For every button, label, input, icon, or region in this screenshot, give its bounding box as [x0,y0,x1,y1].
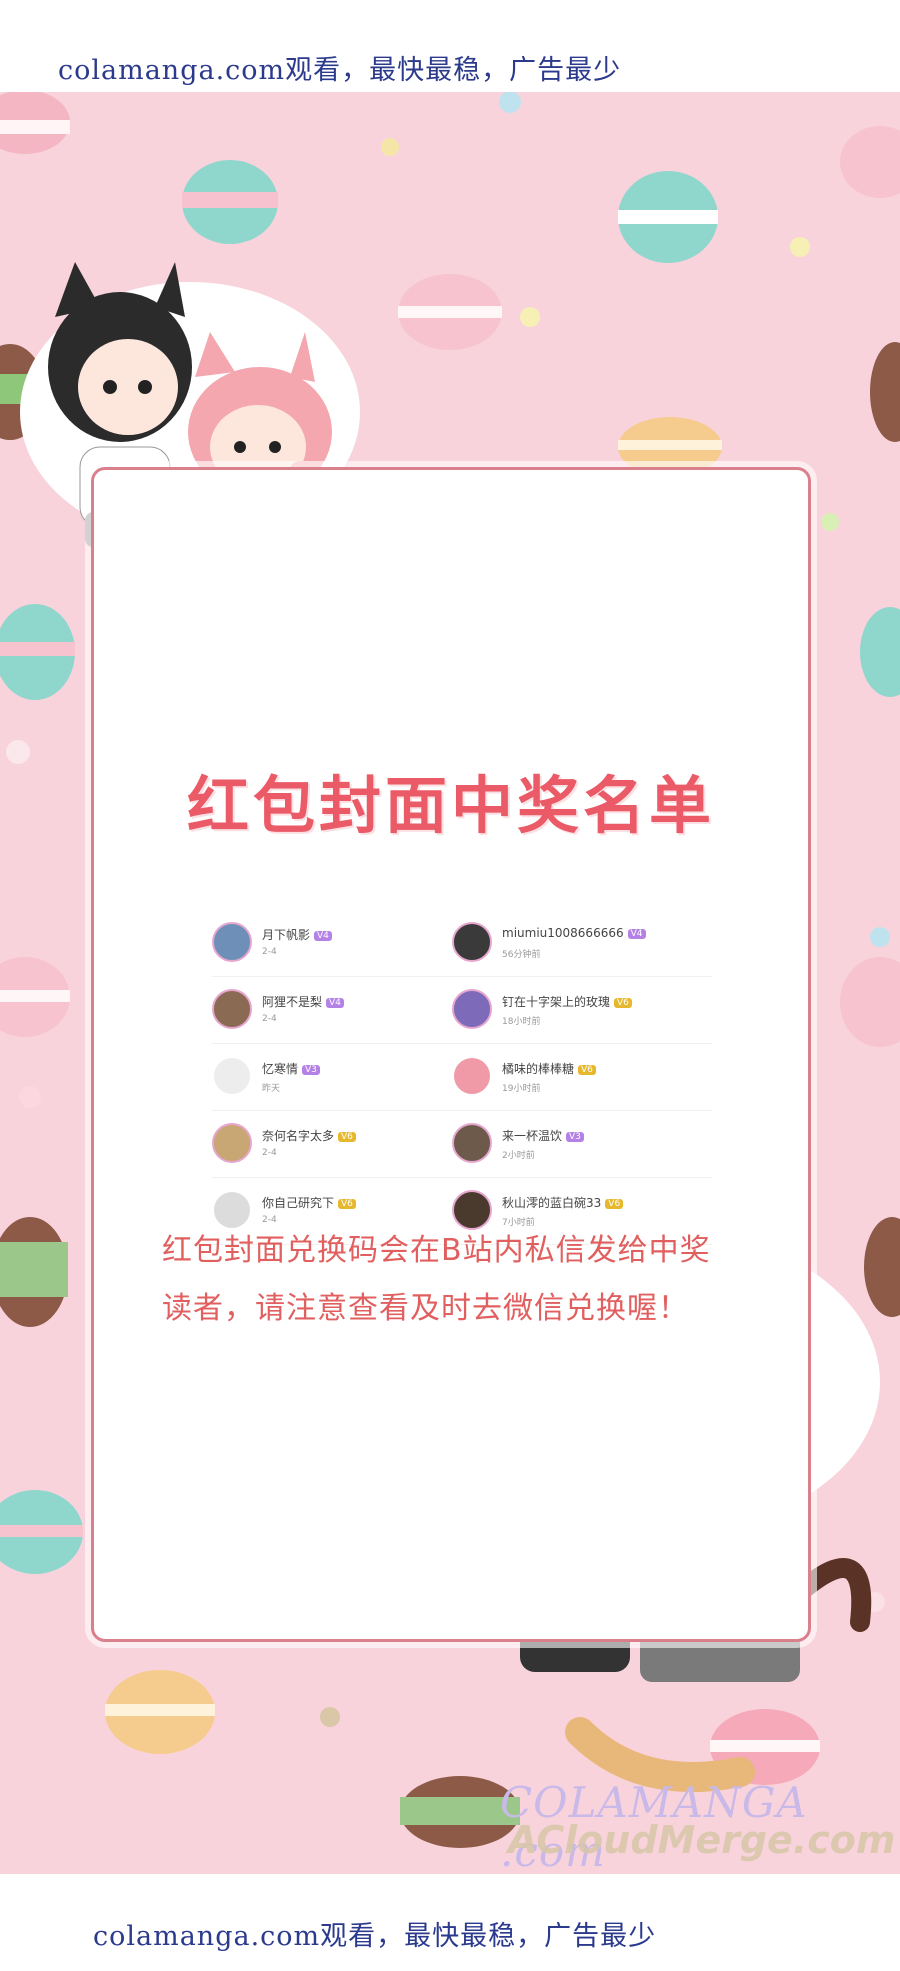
winner-item: 来一杯温饮 V3 2小时前 [452,1111,712,1178]
avatar [212,922,252,962]
winner-time: 18小时前 [502,1017,541,1027]
level-badge: V6 [614,998,632,1008]
watermark-line-2: ACloudMerge.com [508,1818,896,1862]
winner-item: 钉在十字架上的玫瑰 V6 18小时前 [452,977,712,1044]
bottom-banner: colamanga.com观看，最快最稳，广告最少 [0,1874,900,1971]
avatar [212,1056,252,1096]
avatar [212,1123,252,1163]
macaron-peach-low [105,1670,215,1754]
winner-item: 奈何名字太多 V6 2-4 [212,1111,472,1178]
winner-column-right: miumiu1008666666 V4 56分钟前 钉在十字架上的玫瑰 V6 18小… [452,910,712,1245]
macaron-teal-left [0,604,75,700]
winner-name: 阿狸不是梨 [262,995,323,1009]
avatar [452,989,492,1029]
winner-column-left: 月下帆影 V4 2-4 阿狸不是梨 V4 2-4 忆寒情 V3 昨天 奈何名字太多 V6… [212,910,472,1245]
winner-name: 月下帆影 [262,928,311,942]
winner-name: 秋山澪的蓝白碗33 [502,1196,602,1210]
macaron-pink-right-mid [840,957,900,1047]
winner-time: 19小时前 [502,1084,541,1094]
level-badge: V3 [566,1132,584,1142]
poster-artwork: 红包封面中奖名单 月下帆影 V4 2-4 阿狸不是梨 V4 2-4 忆寒情 V3 昨天… [0,92,900,1874]
top-banner: colamanga.com观看，最快最稳，广告最少 [0,0,900,92]
macaron-teal-lowleft [0,1490,83,1574]
winner-list-panel: 红包封面中奖名单 月下帆影 V4 2-4 阿狸不是梨 V4 2-4 忆寒情 V3 昨天… [91,467,811,1642]
winner-item: 橘味的棒棒糖 V6 19小时前 [452,1044,712,1111]
winner-name: miumiu1008666666 [502,926,624,940]
winner-time: 2小时前 [502,1151,535,1161]
avatar [452,1056,492,1096]
notice-line-1: 红包封面兑换码会在B站内私信发给中奖 [162,1233,711,1268]
level-badge: V4 [326,998,344,1008]
level-badge: V6 [605,1199,624,1209]
notice-line-2: 读者，请注意查看及时去微信兑换喔！ [162,1291,689,1326]
macaron-matcha-left [0,1217,68,1327]
poster-title: 红包封面中奖名单 [186,769,715,842]
winner-name: 橘味的棒棒糖 [502,1062,575,1076]
macaron-pink-topleft [0,92,70,154]
winner-item: miumiu1008666666 V4 56分钟前 [452,910,712,977]
top-banner-text: colamanga.com观看，最快最稳，广告最少 [58,55,622,86]
winner-name: 你自己研究下 [262,1196,335,1210]
winner-item: 月下帆影 V4 2-4 [212,910,472,977]
bottom-banner-text: colamanga.com观看，最快最稳，广告最少 [93,1921,657,1952]
macaron-pink-left-mid [0,957,70,1037]
level-badge: V3 [302,1065,320,1075]
winner-item: 忆寒情 V3 昨天 [212,1044,472,1111]
level-badge: V4 [314,931,332,941]
notice-text: 红包封面兑换码会在B站内私信发给中奖 读者，请注意查看及时去微信兑换喔！ [162,1222,762,1338]
macaron-teal-1 [182,160,278,244]
winner-time: 56分钟前 [502,950,541,960]
macaron-choc-right [870,342,900,442]
macaron-choc-right-low [864,1217,900,1317]
winner-name: 钉在十字架上的玫瑰 [502,995,611,1009]
level-badge: V4 [627,929,646,939]
winner-time: 2-4 [262,1148,277,1158]
winner-time: 昨天 [262,1084,281,1094]
level-badge: V6 [338,1199,356,1209]
winner-name: 来一杯温饮 [502,1129,563,1143]
site-watermark: COLAMANGA .com ACloudMerge.com [500,1778,900,1874]
winner-time: 2-4 [262,1014,277,1024]
winner-item: 阿狸不是梨 V4 2-4 [212,977,472,1044]
avatar [452,1123,492,1163]
avatar [452,922,492,962]
macaron-pink-right [840,126,900,198]
macaron-pink-center [398,274,502,350]
macaron-teal-right [860,607,900,697]
level-badge: V6 [338,1132,356,1142]
winner-time: 2-4 [262,947,277,957]
level-badge: V6 [578,1065,596,1075]
avatar [212,989,252,1029]
winner-name: 忆寒情 [262,1062,299,1076]
winner-name: 奈何名字太多 [262,1129,335,1143]
macaron-teal-2 [618,171,718,263]
